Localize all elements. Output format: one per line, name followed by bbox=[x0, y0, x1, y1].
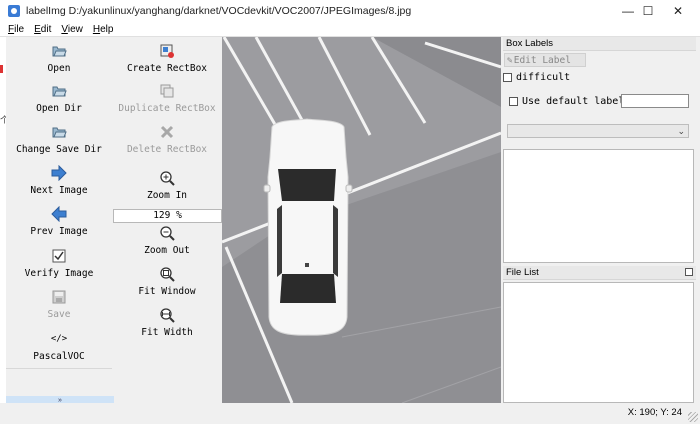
title-bar: labelImg D:/yakunlinux/yanghang/darknet/… bbox=[0, 0, 700, 22]
delete-rectbox-label: Delete RectBox bbox=[126, 144, 208, 155]
box-labels-dock-title: Box Labels bbox=[503, 37, 696, 51]
maximize-button[interactable]: ☐ bbox=[632, 0, 664, 22]
cursor-coordinates: X: 190; Y: 24 bbox=[627, 407, 682, 418]
verify-image-button[interactable]: Verify Image bbox=[6, 248, 112, 279]
zoom-level-field[interactable]: 129 % bbox=[113, 209, 222, 223]
create-rectbox-button[interactable]: Create RectBox bbox=[112, 43, 222, 74]
toolbar-separator bbox=[6, 368, 112, 369]
open-dir-button[interactable]: Open Dir bbox=[6, 83, 112, 114]
arrow-left-icon bbox=[51, 206, 67, 222]
duplicate-icon bbox=[159, 83, 175, 99]
prev-image-label: Prev Image bbox=[30, 226, 88, 237]
save-icon bbox=[51, 289, 67, 305]
difficult-checkbox[interactable]: difficult bbox=[503, 72, 570, 83]
save-label: Save bbox=[47, 309, 71, 320]
menu-edit[interactable]: Edit bbox=[34, 24, 51, 35]
app-icon bbox=[8, 5, 20, 17]
pascalvoc-label: PascalVOC bbox=[33, 351, 85, 362]
difficult-checkbox-box[interactable] bbox=[503, 73, 512, 82]
folder-open-icon bbox=[51, 124, 67, 140]
chevron-down-icon: ⌄ bbox=[677, 126, 685, 136]
zoom-in-label: Zoom In bbox=[146, 190, 188, 201]
open-button[interactable]: Open bbox=[6, 43, 112, 74]
fit-width-icon bbox=[159, 307, 175, 323]
change-save-dir-button[interactable]: Change Save Dir bbox=[6, 124, 112, 155]
use-default-label-text: Use default label bbox=[522, 96, 625, 107]
open-dir-label: Open Dir bbox=[36, 103, 82, 114]
open-label: Open bbox=[47, 63, 71, 74]
menu-file[interactable]: File bbox=[8, 24, 24, 35]
file-list-dock-title: File List bbox=[503, 266, 696, 280]
menu-bar: File Edit View Help bbox=[0, 22, 700, 37]
create-rect-icon bbox=[159, 43, 175, 59]
fit-width-label: Fit Width bbox=[141, 327, 193, 338]
arrow-right-icon bbox=[51, 165, 67, 181]
create-rectbox-label: Create RectBox bbox=[126, 63, 208, 74]
fit-window-icon bbox=[159, 266, 175, 282]
fit-window-button[interactable]: Fit Window bbox=[112, 266, 222, 297]
image-canvas[interactable] bbox=[222, 37, 501, 403]
delete-rectbox-button[interactable]: Delete RectBox bbox=[112, 124, 222, 155]
window-title: labelImg D:/yakunlinux/yanghang/darknet/… bbox=[26, 5, 412, 17]
zoom-out-button[interactable]: Zoom Out bbox=[112, 225, 222, 256]
car-shape bbox=[263, 118, 353, 336]
use-default-label-checkbox[interactable]: Use default label bbox=[509, 96, 624, 107]
file-list-title-text: File List bbox=[506, 267, 539, 278]
duplicate-rectbox-button[interactable]: Duplicate RectBox bbox=[112, 83, 222, 114]
zoom-out-label: Zoom Out bbox=[144, 245, 190, 256]
file-list[interactable] bbox=[503, 282, 694, 403]
fit-width-button[interactable]: Fit Width bbox=[112, 307, 222, 338]
label-combobox[interactable]: ⌄ bbox=[507, 124, 689, 138]
edit-label-button[interactable]: ✎ Edit Label bbox=[504, 53, 586, 67]
menu-view[interactable]: View bbox=[61, 24, 83, 35]
toolbar: Open Open Dir Change Save Dir Next Image… bbox=[6, 37, 222, 410]
default-label-input[interactable] bbox=[621, 94, 689, 108]
background-red-marker bbox=[0, 65, 3, 73]
zoom-out-icon bbox=[159, 225, 175, 241]
difficult-label: difficult bbox=[516, 72, 571, 83]
resize-grip[interactable] bbox=[688, 412, 698, 422]
change-save-dir-label: Change Save Dir bbox=[16, 144, 102, 155]
zoom-in-button[interactable]: Zoom In bbox=[112, 170, 222, 201]
zoom-in-icon bbox=[159, 170, 175, 186]
folder-open-icon bbox=[51, 43, 67, 59]
save-button[interactable]: Save bbox=[6, 289, 112, 320]
format-pascalvoc-button[interactable]: </> PascalVOC bbox=[6, 331, 112, 362]
folder-open-icon bbox=[51, 83, 67, 99]
fit-window-label: Fit Window bbox=[138, 286, 196, 297]
checkbox-icon bbox=[51, 248, 67, 264]
duplicate-rectbox-label: Duplicate RectBox bbox=[118, 103, 216, 114]
dock-float-icon[interactable] bbox=[685, 268, 693, 276]
code-icon: </> bbox=[50, 334, 68, 344]
status-bar: X: 190; Y: 24 bbox=[0, 403, 700, 424]
close-button[interactable]: ✕ bbox=[662, 0, 694, 22]
next-image-button[interactable]: Next Image bbox=[6, 165, 112, 196]
prev-image-button[interactable]: Prev Image bbox=[6, 206, 112, 237]
edit-pencil-icon: ✎ bbox=[507, 54, 513, 66]
aerial-parking-image bbox=[222, 37, 501, 403]
next-image-label: Next Image bbox=[30, 185, 88, 196]
use-default-label-box[interactable] bbox=[509, 97, 518, 106]
delete-icon bbox=[159, 124, 175, 140]
label-list[interactable] bbox=[503, 149, 694, 263]
edit-label-text: Edit Label bbox=[513, 54, 571, 66]
menu-help[interactable]: Help bbox=[93, 24, 114, 35]
verify-image-label: Verify Image bbox=[24, 268, 94, 279]
